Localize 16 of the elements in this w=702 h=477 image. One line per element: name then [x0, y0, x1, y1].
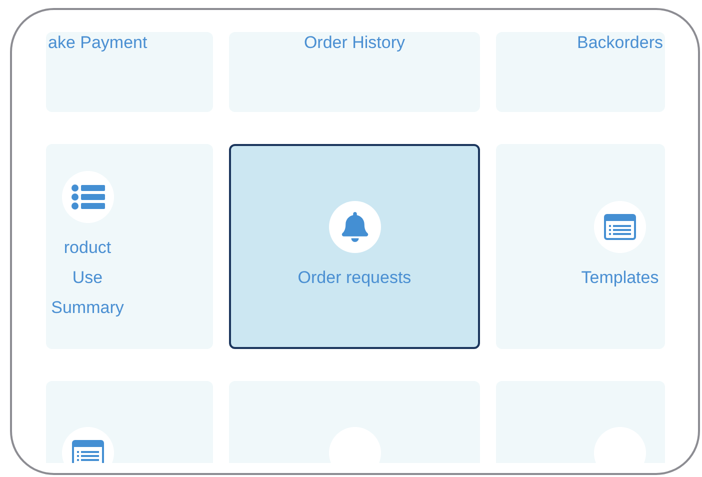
tile-label: Order History: [304, 34, 406, 52]
menu-tile[interactable]: Order requests: [229, 144, 480, 349]
tile-label: ake Payment: [48, 34, 148, 52]
bell-icon: [340, 212, 370, 242]
tile-label: Order requests: [298, 266, 412, 288]
tile-label: Templates: [581, 266, 659, 288]
window-icon: [604, 214, 636, 240]
window-icon: [72, 440, 104, 463]
tile-label: Backorders: [577, 34, 663, 52]
menu-tile[interactable]: ake Payment: [46, 32, 213, 112]
tile-label: roduct Use Summary: [50, 236, 125, 318]
menu-tile[interactable]: roduct Use Summary: [46, 144, 213, 349]
menu-tile[interactable]: Backorders: [496, 32, 665, 112]
menu-tile[interactable]: Templates: [496, 144, 665, 349]
list-icon: [70, 184, 104, 210]
menu-tile[interactable]: Order History: [229, 32, 480, 112]
